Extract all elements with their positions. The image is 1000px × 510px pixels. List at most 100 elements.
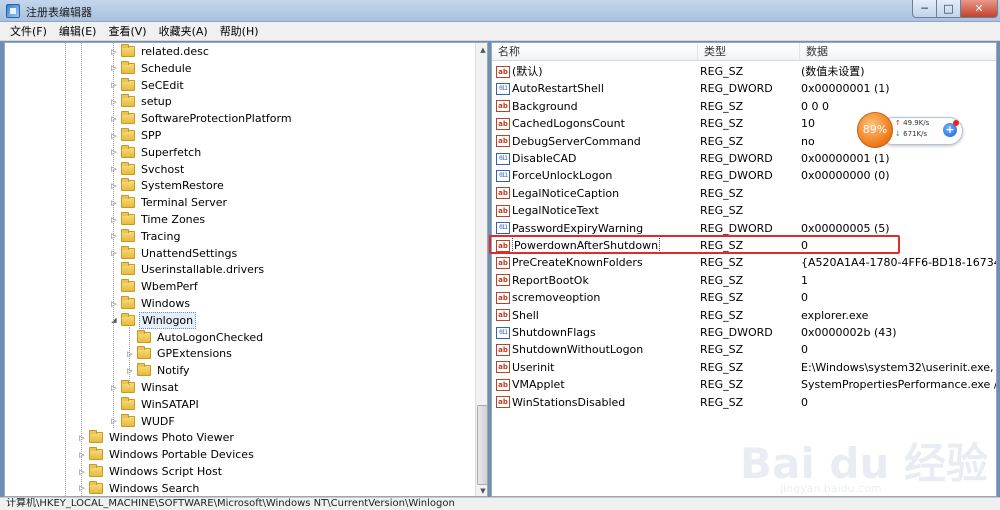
- scroll-up-icon[interactable]: ▲: [476, 43, 487, 57]
- folder-icon: [121, 60, 135, 74]
- tree-item[interactable]: ▷ Tracing: [109, 228, 182, 245]
- network-speed-widget[interactable]: 89% ↑ 49.9K/s ↓ 671K/s +: [857, 112, 963, 148]
- expand-arrow-icon[interactable]: ▷: [109, 417, 119, 425]
- tree-item[interactable]: ▷ setup: [109, 93, 174, 110]
- tree-item[interactable]: ▷ Notify: [125, 362, 192, 379]
- value-row[interactable]: ab ShutdownWithoutLogon REG_SZ 0: [492, 341, 996, 358]
- value-row[interactable]: 011 ForceUnlockLogon REG_DWORD 0x00000000 (…: [492, 167, 996, 184]
- expand-arrow-icon[interactable]: ▷: [109, 384, 119, 392]
- menu-help[interactable]: 帮助(H): [214, 23, 265, 39]
- value-row[interactable]: 011 PasswordExpiryWarning REG_DWORD 0x00000…: [492, 220, 996, 237]
- tree-item[interactable]: ▷ Windows Photo Viewer: [77, 429, 236, 446]
- tree-item[interactable]: ▷ Schedule: [109, 60, 194, 77]
- collapse-arrow-icon[interactable]: ◢: [109, 316, 119, 324]
- expand-arrow-icon[interactable]: ▷: [109, 182, 119, 190]
- tree-item[interactable]: ▷ Time Zones: [109, 211, 207, 228]
- expand-arrow-icon[interactable]: ▷: [77, 484, 87, 492]
- value-name: CachedLogonsCount: [512, 117, 625, 131]
- tree-item[interactable]: ▷ SoftwareProtectionPlatform: [109, 110, 294, 127]
- tree-item-label: WUDF: [141, 414, 175, 428]
- value-type: REG_SZ: [700, 343, 744, 357]
- folder-icon: [121, 413, 135, 427]
- expand-arrow-icon[interactable]: ▷: [109, 232, 119, 240]
- tree-item[interactable]: ▷ SeCEdit: [109, 77, 186, 94]
- column-type[interactable]: 类型: [698, 43, 800, 61]
- string-value-icon: ab: [496, 204, 510, 217]
- value-row[interactable]: ab LegalNoticeText REG_SZ: [492, 202, 996, 219]
- value-row[interactable]: ab scremoveoption REG_SZ 0: [492, 289, 996, 306]
- column-name[interactable]: 名称: [492, 43, 698, 61]
- scroll-down-icon[interactable]: ▼: [476, 484, 487, 496]
- folder-icon: [137, 346, 151, 360]
- expand-arrow-icon[interactable]: ▷: [125, 350, 135, 358]
- tree-item[interactable]: ▷ SystemRestore: [109, 177, 226, 194]
- expand-arrow-icon[interactable]: ▷: [109, 216, 119, 224]
- tree-item[interactable]: ▷ Windows Script Host: [77, 463, 224, 480]
- value-row[interactable]: 011 ShutdownFlags REG_DWORD 0x0000002b (43): [492, 324, 996, 341]
- expand-arrow-icon[interactable]: ▷: [125, 367, 135, 375]
- expand-arrow-icon[interactable]: ▷: [109, 98, 119, 106]
- tree-item[interactable]: ▷ Terminal Server: [109, 194, 229, 211]
- expand-arrow-icon[interactable]: ▷: [109, 132, 119, 140]
- menu-edit[interactable]: 编辑(E): [53, 23, 103, 39]
- expand-arrow-icon[interactable]: ▷: [109, 199, 119, 207]
- menu-view[interactable]: 查看(V): [102, 23, 152, 39]
- tree-item[interactable]: ◢ Winlogon: [109, 311, 197, 329]
- expand-arrow-icon[interactable]: ▷: [109, 300, 119, 308]
- values-list[interactable]: 名称 类型 数据 ab (默认) REG_SZ (数值未设置) 011 AutoResta…: [491, 42, 997, 497]
- value-row[interactable]: ab LegalNoticeCaption REG_SZ: [492, 185, 996, 202]
- expand-arrow-icon[interactable]: ▷: [109, 81, 119, 89]
- close-button[interactable]: ✕: [960, 0, 998, 18]
- tree-item[interactable]: WbemPerf: [109, 278, 200, 295]
- expand-arrow-icon[interactable]: ▷: [109, 165, 119, 173]
- value-name: AutoRestartShell: [512, 82, 604, 96]
- menu-file[interactable]: 文件(F): [4, 23, 53, 39]
- value-row[interactable]: ab Userinit REG_SZ E:\Windows\system32\user…: [492, 359, 996, 376]
- tree-item[interactable]: ▷ Windows Portable Devices: [77, 446, 256, 463]
- value-row[interactable]: ab WinStationsDisabled REG_SZ 0: [492, 394, 996, 411]
- tree-item[interactable]: ▷ Svchost: [109, 161, 186, 178]
- tree-item[interactable]: WinSATAPI: [109, 396, 201, 413]
- scroll-thumb[interactable]: [477, 405, 487, 485]
- value-row[interactable]: ab VMApplet REG_SZ SystemPropertiesPerforma…: [492, 376, 996, 393]
- value-row[interactable]: ab ReportBootOk REG_SZ 1: [492, 272, 996, 289]
- expand-arrow-icon[interactable]: ▷: [77, 451, 87, 459]
- string-value-icon: ab: [496, 291, 510, 304]
- expand-arrow-icon[interactable]: ▷: [109, 64, 119, 72]
- value-row[interactable]: ab PowerdownAfterShutdown REG_SZ 0: [492, 237, 996, 254]
- expand-arrow-icon[interactable]: ▷: [77, 468, 87, 476]
- value-name: DisableCAD: [512, 152, 577, 165]
- value-row[interactable]: 011 DisableCAD REG_DWORD 0x00000001 (1): [492, 150, 996, 167]
- value-row[interactable]: ab (默认) REG_SZ (数值未设置): [492, 63, 996, 80]
- value-name: LegalNoticeText: [512, 204, 599, 218]
- tree-item[interactable]: ▷ Winsat: [109, 379, 180, 396]
- folder-icon: [137, 363, 151, 377]
- expand-arrow-icon[interactable]: ▷: [77, 434, 87, 442]
- tree-item[interactable]: ▷ SPP: [109, 127, 163, 144]
- value-name-cell: ab LegalNoticeText: [496, 202, 696, 219]
- expand-arrow-icon[interactable]: ▷: [109, 249, 119, 257]
- column-data[interactable]: 数据: [800, 43, 996, 61]
- tree-item[interactable]: ▷ WUDF: [109, 413, 177, 430]
- expand-arrow-icon[interactable]: ▷: [109, 115, 119, 123]
- tree-item[interactable]: ▷ Windows: [109, 295, 192, 312]
- tree-item[interactable]: ▷ related.desc: [109, 43, 211, 60]
- menu-favorites[interactable]: 收藏夹(A): [153, 23, 214, 39]
- tree-item[interactable]: ▷ GPExtensions: [125, 345, 234, 362]
- tree-item[interactable]: ▷ Windows Search: [77, 480, 201, 496]
- expand-arrow-icon[interactable]: ▷: [109, 148, 119, 156]
- value-row[interactable]: ab Shell REG_SZ explorer.exe: [492, 307, 996, 324]
- registry-tree[interactable]: ▷ related.desc ▷ Schedule ▷ SeCEdit ▷ setup ▷ Sof…: [4, 42, 488, 497]
- tree-item[interactable]: ▷ Superfetch: [109, 144, 203, 161]
- value-row[interactable]: ab PreCreateKnownFolders REG_SZ {A520A1A4-1…: [492, 254, 996, 271]
- value-row[interactable]: 011 AutoRestartShell REG_DWORD 0x00000001 (…: [492, 80, 996, 97]
- tree-item[interactable]: Userinstallable.drivers: [109, 261, 266, 278]
- minimize-button[interactable]: ─: [912, 0, 937, 18]
- tree-scrollbar[interactable]: ▲ ▼: [475, 43, 487, 496]
- tree-item[interactable]: ▷ UnattendSettings: [109, 245, 239, 262]
- maximize-button[interactable]: □: [936, 0, 961, 18]
- tree-item[interactable]: AutoLogonChecked: [125, 329, 265, 346]
- folder-icon: [121, 396, 135, 410]
- expand-arrow-icon[interactable]: ▷: [109, 48, 119, 56]
- network-percent[interactable]: 89%: [857, 112, 893, 148]
